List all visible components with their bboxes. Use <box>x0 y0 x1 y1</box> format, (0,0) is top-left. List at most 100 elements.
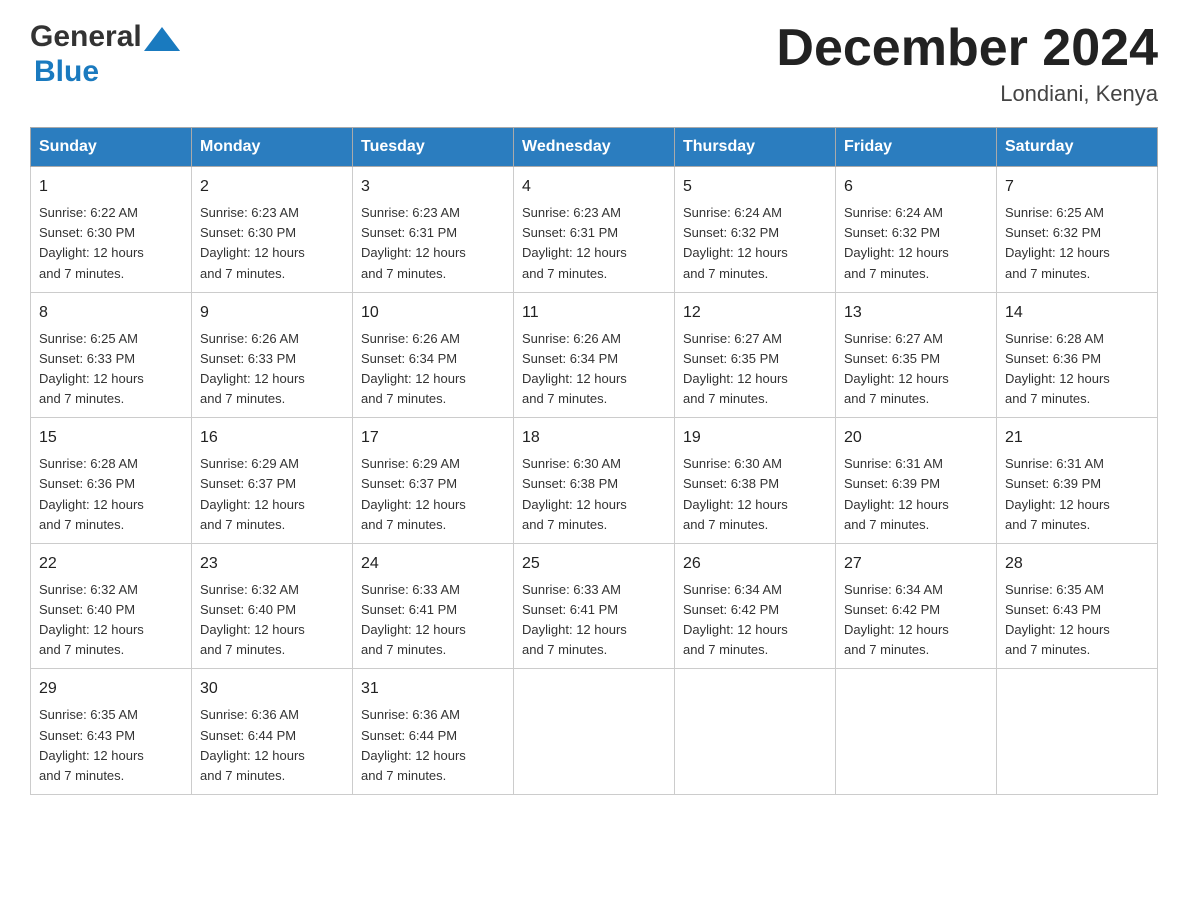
day-number: 16 <box>200 426 344 450</box>
calendar-cell: 25 Sunrise: 6:33 AMSunset: 6:41 PMDaylig… <box>514 543 675 669</box>
day-number: 18 <box>522 426 666 450</box>
day-number: 4 <box>522 175 666 199</box>
col-header-saturday: Saturday <box>997 128 1158 167</box>
day-info: Sunrise: 6:24 AMSunset: 6:32 PMDaylight:… <box>844 205 949 280</box>
day-number: 23 <box>200 552 344 576</box>
day-info: Sunrise: 6:36 AMSunset: 6:44 PMDaylight:… <box>200 707 305 782</box>
logo-blue-text: Blue <box>34 55 99 88</box>
day-number: 29 <box>39 677 183 701</box>
calendar-header-row: SundayMondayTuesdayWednesdayThursdayFrid… <box>31 128 1158 167</box>
calendar-cell: 14 Sunrise: 6:28 AMSunset: 6:36 PMDaylig… <box>997 292 1158 418</box>
logo-icon <box>144 23 180 51</box>
day-info: Sunrise: 6:31 AMSunset: 6:39 PMDaylight:… <box>844 456 949 531</box>
calendar-cell: 20 Sunrise: 6:31 AMSunset: 6:39 PMDaylig… <box>836 418 997 544</box>
day-number: 13 <box>844 301 988 325</box>
day-number: 21 <box>1005 426 1149 450</box>
day-number: 15 <box>39 426 183 450</box>
calendar-cell: 24 Sunrise: 6:33 AMSunset: 6:41 PMDaylig… <box>353 543 514 669</box>
day-number: 28 <box>1005 552 1149 576</box>
calendar-week-row: 29 Sunrise: 6:35 AMSunset: 6:43 PMDaylig… <box>31 669 1158 795</box>
calendar-week-row: 1 Sunrise: 6:22 AMSunset: 6:30 PMDayligh… <box>31 167 1158 293</box>
calendar-week-row: 15 Sunrise: 6:28 AMSunset: 6:36 PMDaylig… <box>31 418 1158 544</box>
calendar-cell: 11 Sunrise: 6:26 AMSunset: 6:34 PMDaylig… <box>514 292 675 418</box>
day-number: 1 <box>39 175 183 199</box>
calendar-cell: 17 Sunrise: 6:29 AMSunset: 6:37 PMDaylig… <box>353 418 514 544</box>
calendar-cell <box>514 669 675 795</box>
page-header: General Blue December 2024 Londiani, Ken… <box>30 20 1158 107</box>
calendar-cell: 13 Sunrise: 6:27 AMSunset: 6:35 PMDaylig… <box>836 292 997 418</box>
day-number: 5 <box>683 175 827 199</box>
day-info: Sunrise: 6:23 AMSunset: 6:30 PMDaylight:… <box>200 205 305 280</box>
title-section: December 2024 Londiani, Kenya <box>776 20 1158 107</box>
day-number: 12 <box>683 301 827 325</box>
day-number: 24 <box>361 552 505 576</box>
calendar-cell: 22 Sunrise: 6:32 AMSunset: 6:40 PMDaylig… <box>31 543 192 669</box>
day-info: Sunrise: 6:33 AMSunset: 6:41 PMDaylight:… <box>361 582 466 657</box>
calendar-cell: 23 Sunrise: 6:32 AMSunset: 6:40 PMDaylig… <box>192 543 353 669</box>
day-info: Sunrise: 6:26 AMSunset: 6:33 PMDaylight:… <box>200 331 305 406</box>
day-info: Sunrise: 6:27 AMSunset: 6:35 PMDaylight:… <box>683 331 788 406</box>
calendar-cell: 29 Sunrise: 6:35 AMSunset: 6:43 PMDaylig… <box>31 669 192 795</box>
day-info: Sunrise: 6:32 AMSunset: 6:40 PMDaylight:… <box>200 582 305 657</box>
day-info: Sunrise: 6:29 AMSunset: 6:37 PMDaylight:… <box>361 456 466 531</box>
day-number: 2 <box>200 175 344 199</box>
day-info: Sunrise: 6:34 AMSunset: 6:42 PMDaylight:… <box>844 582 949 657</box>
day-info: Sunrise: 6:34 AMSunset: 6:42 PMDaylight:… <box>683 582 788 657</box>
calendar-cell: 8 Sunrise: 6:25 AMSunset: 6:33 PMDayligh… <box>31 292 192 418</box>
calendar-cell: 7 Sunrise: 6:25 AMSunset: 6:32 PMDayligh… <box>997 167 1158 293</box>
calendar-cell: 31 Sunrise: 6:36 AMSunset: 6:44 PMDaylig… <box>353 669 514 795</box>
day-number: 25 <box>522 552 666 576</box>
logo-general-text: General <box>30 20 142 55</box>
col-header-tuesday: Tuesday <box>353 128 514 167</box>
calendar-cell: 26 Sunrise: 6:34 AMSunset: 6:42 PMDaylig… <box>675 543 836 669</box>
day-info: Sunrise: 6:32 AMSunset: 6:40 PMDaylight:… <box>39 582 144 657</box>
calendar-cell: 1 Sunrise: 6:22 AMSunset: 6:30 PMDayligh… <box>31 167 192 293</box>
calendar-cell <box>675 669 836 795</box>
calendar-week-row: 8 Sunrise: 6:25 AMSunset: 6:33 PMDayligh… <box>31 292 1158 418</box>
day-info: Sunrise: 6:36 AMSunset: 6:44 PMDaylight:… <box>361 707 466 782</box>
calendar-cell: 18 Sunrise: 6:30 AMSunset: 6:38 PMDaylig… <box>514 418 675 544</box>
col-header-thursday: Thursday <box>675 128 836 167</box>
calendar-week-row: 22 Sunrise: 6:32 AMSunset: 6:40 PMDaylig… <box>31 543 1158 669</box>
calendar-cell: 15 Sunrise: 6:28 AMSunset: 6:36 PMDaylig… <box>31 418 192 544</box>
day-info: Sunrise: 6:33 AMSunset: 6:41 PMDaylight:… <box>522 582 627 657</box>
calendar-cell: 27 Sunrise: 6:34 AMSunset: 6:42 PMDaylig… <box>836 543 997 669</box>
day-number: 7 <box>1005 175 1149 199</box>
calendar-cell: 16 Sunrise: 6:29 AMSunset: 6:37 PMDaylig… <box>192 418 353 544</box>
day-info: Sunrise: 6:26 AMSunset: 6:34 PMDaylight:… <box>361 331 466 406</box>
calendar-cell: 2 Sunrise: 6:23 AMSunset: 6:30 PMDayligh… <box>192 167 353 293</box>
day-number: 19 <box>683 426 827 450</box>
location: Londiani, Kenya <box>776 81 1158 107</box>
day-number: 11 <box>522 301 666 325</box>
calendar-cell: 9 Sunrise: 6:26 AMSunset: 6:33 PMDayligh… <box>192 292 353 418</box>
calendar-cell <box>997 669 1158 795</box>
day-info: Sunrise: 6:25 AMSunset: 6:32 PMDaylight:… <box>1005 205 1110 280</box>
day-info: Sunrise: 6:29 AMSunset: 6:37 PMDaylight:… <box>200 456 305 531</box>
day-number: 20 <box>844 426 988 450</box>
calendar-cell: 4 Sunrise: 6:23 AMSunset: 6:31 PMDayligh… <box>514 167 675 293</box>
calendar-cell: 10 Sunrise: 6:26 AMSunset: 6:34 PMDaylig… <box>353 292 514 418</box>
day-info: Sunrise: 6:26 AMSunset: 6:34 PMDaylight:… <box>522 331 627 406</box>
calendar-cell: 12 Sunrise: 6:27 AMSunset: 6:35 PMDaylig… <box>675 292 836 418</box>
calendar-cell: 21 Sunrise: 6:31 AMSunset: 6:39 PMDaylig… <box>997 418 1158 544</box>
calendar-cell: 3 Sunrise: 6:23 AMSunset: 6:31 PMDayligh… <box>353 167 514 293</box>
day-info: Sunrise: 6:23 AMSunset: 6:31 PMDaylight:… <box>522 205 627 280</box>
calendar-cell: 5 Sunrise: 6:24 AMSunset: 6:32 PMDayligh… <box>675 167 836 293</box>
calendar-cell <box>836 669 997 795</box>
day-info: Sunrise: 6:35 AMSunset: 6:43 PMDaylight:… <box>1005 582 1110 657</box>
day-number: 26 <box>683 552 827 576</box>
day-info: Sunrise: 6:28 AMSunset: 6:36 PMDaylight:… <box>39 456 144 531</box>
day-number: 14 <box>1005 301 1149 325</box>
month-title: December 2024 <box>776 20 1158 77</box>
day-info: Sunrise: 6:35 AMSunset: 6:43 PMDaylight:… <box>39 707 144 782</box>
day-number: 17 <box>361 426 505 450</box>
day-number: 6 <box>844 175 988 199</box>
day-number: 30 <box>200 677 344 701</box>
calendar-cell: 28 Sunrise: 6:35 AMSunset: 6:43 PMDaylig… <box>997 543 1158 669</box>
day-info: Sunrise: 6:23 AMSunset: 6:31 PMDaylight:… <box>361 205 466 280</box>
col-header-wednesday: Wednesday <box>514 128 675 167</box>
day-info: Sunrise: 6:24 AMSunset: 6:32 PMDaylight:… <box>683 205 788 280</box>
day-info: Sunrise: 6:28 AMSunset: 6:36 PMDaylight:… <box>1005 331 1110 406</box>
calendar-table: SundayMondayTuesdayWednesdayThursdayFrid… <box>30 127 1158 795</box>
day-number: 9 <box>200 301 344 325</box>
